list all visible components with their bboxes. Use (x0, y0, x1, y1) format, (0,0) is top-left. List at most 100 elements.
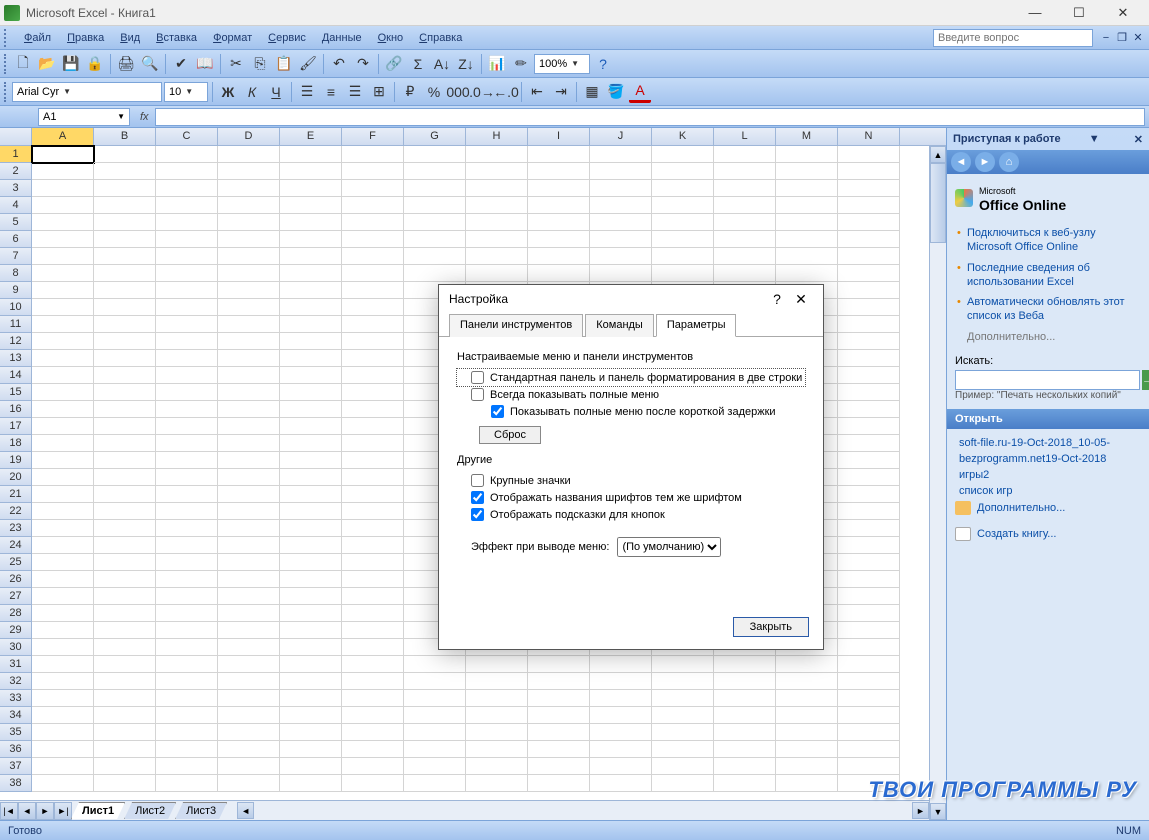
cell[interactable] (776, 265, 838, 282)
cell[interactable] (156, 282, 218, 299)
row-header-16[interactable]: 16 (0, 401, 32, 418)
row-header-20[interactable]: 20 (0, 469, 32, 486)
cell[interactable] (404, 775, 466, 792)
cell[interactable] (156, 588, 218, 605)
taskpane-more-link[interactable]: Дополнительно... (955, 327, 1141, 347)
cell[interactable] (156, 333, 218, 350)
cell[interactable] (466, 231, 528, 248)
cell[interactable] (218, 282, 280, 299)
cell[interactable] (590, 248, 652, 265)
cell[interactable] (590, 724, 652, 741)
comma-icon[interactable]: 000 (447, 81, 469, 103)
ask-question-box[interactable] (933, 29, 1093, 47)
cell[interactable] (94, 316, 156, 333)
ask-question-input[interactable] (933, 29, 1093, 47)
cell[interactable] (156, 180, 218, 197)
sheet-tab-1[interactable]: Лист1 (71, 802, 125, 819)
menu-правка[interactable]: Правка (59, 30, 112, 46)
cell[interactable] (342, 163, 404, 180)
cell[interactable] (652, 248, 714, 265)
dialog-help-button[interactable]: ? (765, 291, 789, 307)
cell[interactable] (156, 724, 218, 741)
row-header-7[interactable]: 7 (0, 248, 32, 265)
cell[interactable] (404, 180, 466, 197)
cell[interactable] (280, 384, 342, 401)
column-header-J[interactable]: J (590, 128, 652, 145)
recent-file-link[interactable]: soft-file.ru-19-Oct-2018_10-05- (955, 435, 1141, 451)
checkbox-large-icons[interactable]: Крупные значки (457, 472, 805, 489)
cell[interactable] (838, 503, 900, 520)
cell[interactable] (652, 690, 714, 707)
name-box[interactable]: A1▼ (38, 108, 130, 126)
cell[interactable] (218, 639, 280, 656)
open-icon[interactable]: 📂 (36, 53, 58, 75)
cell[interactable] (218, 724, 280, 741)
cell[interactable] (652, 758, 714, 775)
cell[interactable] (94, 367, 156, 384)
cell[interactable] (776, 724, 838, 741)
cell[interactable] (342, 384, 404, 401)
row-header-13[interactable]: 13 (0, 350, 32, 367)
row-header-1[interactable]: 1 (0, 146, 32, 163)
cell[interactable] (32, 707, 94, 724)
cell[interactable] (218, 367, 280, 384)
cell[interactable] (156, 248, 218, 265)
cell[interactable] (156, 350, 218, 367)
cell[interactable] (342, 231, 404, 248)
cell[interactable] (32, 656, 94, 673)
cell[interactable] (466, 690, 528, 707)
cell[interactable] (590, 707, 652, 724)
cell[interactable] (156, 384, 218, 401)
cell[interactable] (156, 775, 218, 792)
column-header-G[interactable]: G (404, 128, 466, 145)
cell[interactable] (156, 520, 218, 537)
cell[interactable] (32, 367, 94, 384)
cell[interactable] (280, 724, 342, 741)
cell[interactable] (218, 520, 280, 537)
cell[interactable] (776, 214, 838, 231)
formula-input[interactable] (155, 108, 1145, 126)
decrease-indent-icon[interactable]: ⇤ (526, 81, 548, 103)
cell[interactable] (156, 690, 218, 707)
autosum-icon[interactable]: Σ (407, 53, 429, 75)
cell[interactable] (404, 248, 466, 265)
column-header-N[interactable]: N (838, 128, 900, 145)
cell[interactable] (218, 486, 280, 503)
cell[interactable] (280, 622, 342, 639)
cell[interactable] (776, 707, 838, 724)
cell[interactable] (218, 316, 280, 333)
cell[interactable] (218, 588, 280, 605)
cell[interactable] (838, 282, 900, 299)
cell[interactable] (404, 741, 466, 758)
column-header-C[interactable]: C (156, 128, 218, 145)
menu-сервис[interactable]: Сервис (260, 30, 314, 46)
cell[interactable] (156, 639, 218, 656)
mdi-minimize-button[interactable]: − (1099, 31, 1113, 45)
cell[interactable] (590, 758, 652, 775)
cell[interactable] (590, 197, 652, 214)
row-header-32[interactable]: 32 (0, 673, 32, 690)
help-icon[interactable]: ? (592, 53, 614, 75)
cell[interactable] (280, 775, 342, 792)
cell[interactable] (94, 197, 156, 214)
cell[interactable] (404, 146, 466, 163)
cell[interactable] (32, 418, 94, 435)
cell[interactable] (838, 775, 900, 792)
taskpane-link[interactable]: Автоматически обновлять этот список из В… (955, 292, 1141, 327)
cell[interactable] (218, 384, 280, 401)
cell[interactable] (94, 775, 156, 792)
cell[interactable] (94, 503, 156, 520)
menu-справка[interactable]: Справка (411, 30, 470, 46)
first-sheet-button[interactable]: |◄ (0, 802, 18, 820)
cell[interactable] (404, 214, 466, 231)
cell[interactable] (218, 214, 280, 231)
cell[interactable] (776, 656, 838, 673)
cell[interactable] (528, 724, 590, 741)
column-header-M[interactable]: M (776, 128, 838, 145)
toolbar-handle[interactable] (4, 54, 10, 74)
cell[interactable] (838, 486, 900, 503)
cell[interactable] (156, 656, 218, 673)
cell[interactable] (838, 571, 900, 588)
cell[interactable] (342, 707, 404, 724)
cell[interactable] (156, 367, 218, 384)
